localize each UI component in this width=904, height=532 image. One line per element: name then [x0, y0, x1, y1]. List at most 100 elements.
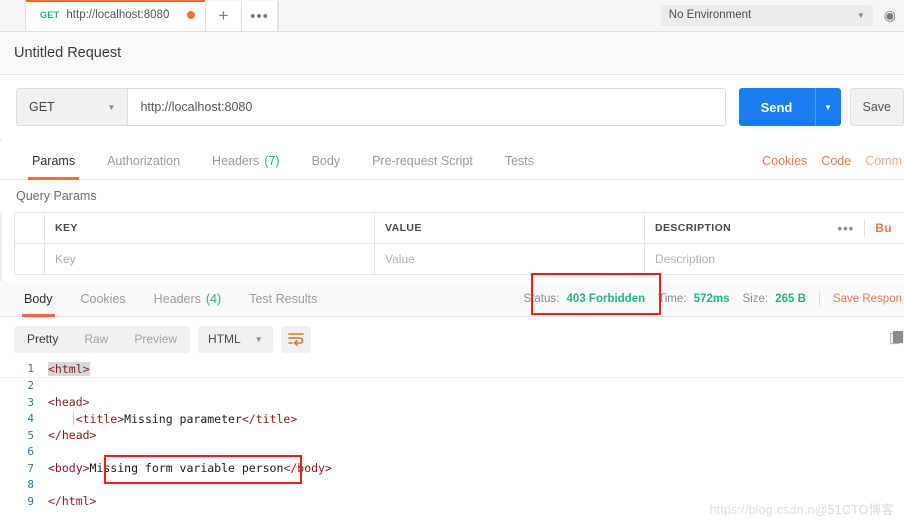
code-line: 6	[0, 444, 904, 461]
view-mode-raw[interactable]: Raw	[71, 326, 121, 353]
environment-select[interactable]: No Environment ▼	[660, 4, 873, 26]
table-header-tools: ••• Bu	[838, 220, 894, 236]
indent-guide	[73, 412, 74, 425]
code-line-text: <title>Missing parameter</title>	[48, 411, 298, 426]
header-description: DESCRIPTION	[655, 222, 732, 234]
response-tab-headers-label: Headers	[153, 291, 201, 306]
response-format-select[interactable]: HTML ▼	[198, 325, 273, 353]
watermark-suffix: @51CTO博客	[814, 503, 894, 517]
sidebar-edge	[0, 0, 26, 31]
save-button[interactable]: Save	[849, 88, 904, 126]
key-input[interactable]: Key	[45, 244, 375, 274]
send-button-group: Send ▼	[738, 88, 841, 126]
tab-authorization[interactable]: Authorization	[91, 142, 196, 179]
response-tab-body-label: Body	[24, 291, 53, 306]
tab-headers[interactable]: Headers (7)	[196, 142, 296, 179]
response-tab-cookies-label: Cookies	[80, 291, 126, 306]
request-tabs: Params Authorization Headers (7) Body Pr…	[0, 142, 904, 180]
tab-authorization-label: Authorization	[107, 153, 181, 168]
line-number: 7	[27, 461, 34, 475]
response-tab-headers[interactable]: Headers (4)	[140, 281, 236, 316]
request-tabs-links: Cookies Code Comm	[762, 142, 904, 179]
tab-body-label: Body	[311, 153, 341, 168]
unsaved-dot-icon	[187, 11, 195, 19]
chevron-down-icon: ▼	[254, 334, 263, 344]
time-badge: Time: 572ms	[658, 293, 729, 305]
response-tab-test-results-label: Test Results	[249, 291, 318, 306]
line-number: 6	[27, 445, 34, 459]
tab-tests-label: Tests	[504, 153, 534, 168]
size-label: Size:	[742, 292, 769, 305]
status-badge: Status: 403 Forbidden	[524, 293, 646, 305]
line-number: 2	[27, 379, 34, 393]
http-method-select[interactable]: GET ▼	[16, 88, 128, 126]
code-line: 7 <body>Missing form variable person</bod…	[0, 460, 904, 477]
line-number: 4	[27, 412, 34, 426]
copy-icon[interactable]	[890, 331, 904, 345]
request-tab-localhost[interactable]: GET http://localhost:8080	[26, 0, 206, 31]
word-wrap-button[interactable]	[280, 325, 311, 353]
code-line: 4 <title>Missing parameter</title>	[0, 411, 904, 428]
response-format-label: HTML	[208, 332, 241, 346]
environment-zone: No Environment ▼ ◉	[646, 0, 904, 31]
tab-params[interactable]: Params	[16, 142, 91, 180]
tab-body[interactable]: Body	[296, 142, 357, 179]
code-link[interactable]: Code	[821, 154, 851, 168]
meta-divider	[818, 290, 820, 307]
value-input[interactable]: Value	[375, 244, 645, 274]
tab-tests[interactable]: Tests	[489, 142, 550, 179]
header-key: KEY	[45, 213, 375, 243]
url-input[interactable]: http://localhost:8080	[127, 88, 726, 126]
tab-strip: GET http://localhost:8080 + ••• No Envir…	[0, 0, 904, 32]
code-line: 3 <head>	[0, 394, 904, 411]
new-tab-button[interactable]: +	[206, 1, 242, 31]
response-tabs: Body Cookies Headers (4) Test Results St…	[0, 281, 904, 317]
code-line: 8	[0, 477, 904, 494]
code-line-text: <html>	[48, 361, 90, 376]
response-tab-test-results[interactable]: Test Results	[235, 281, 331, 316]
line-number: 1	[27, 362, 34, 376]
response-tab-headers-count: (4)	[205, 291, 222, 306]
line-number: 3	[27, 395, 34, 409]
tab-options-button[interactable]: •••	[242, 1, 278, 31]
query-params-table: KEY VALUE DESCRIPTION ••• Bu Key Value D…	[14, 212, 904, 275]
cookies-link[interactable]: Cookies	[762, 154, 807, 168]
code-line: 5 </head>	[0, 427, 904, 444]
comments-link[interactable]: Comm	[865, 154, 902, 168]
tab-params-label: Params	[32, 153, 76, 168]
chevron-down-icon: ▼	[856, 10, 865, 20]
bulk-edit-link[interactable]: Bu	[875, 221, 892, 235]
save-response-link[interactable]: Save Respon	[833, 293, 902, 305]
header-divider	[864, 220, 866, 236]
time-label: Time:	[658, 292, 687, 305]
view-mode-pretty[interactable]: Pretty	[14, 326, 71, 353]
environment-selected-label: No Environment	[668, 9, 752, 21]
description-input[interactable]: Description	[645, 244, 904, 274]
response-tab-body[interactable]: Body	[10, 281, 67, 317]
tab-pre-request-script-label: Pre-request Script	[372, 153, 473, 168]
code-line-text: <head>	[48, 395, 90, 410]
code-line-text: </html>	[48, 494, 97, 509]
send-options-caret-icon[interactable]: ▼	[814, 88, 841, 126]
row-checkbox[interactable]	[15, 244, 45, 274]
size-badge: Size: 265 B	[742, 293, 805, 305]
tab-strip-filler	[278, 0, 647, 31]
tab-pre-request-script[interactable]: Pre-request Script	[356, 142, 489, 179]
environment-quick-look-eye-icon[interactable]: ◉	[882, 7, 896, 24]
code-line-text: <body>Missing form variable person</body…	[48, 461, 332, 476]
table-options-dots-icon[interactable]: •••	[838, 221, 855, 236]
send-button[interactable]: Send	[738, 88, 815, 126]
line-number: 9	[27, 494, 34, 508]
postman-window: GET http://localhost:8080 + ••• No Envir…	[0, 0, 904, 532]
watermark: https://blog.csdn.n@51CTO博客	[709, 499, 894, 518]
tab-method-label: GET	[40, 10, 60, 20]
response-tab-cookies[interactable]: Cookies	[67, 281, 140, 316]
request-name-bar: Untitled Request	[0, 32, 904, 75]
code-line: 2	[0, 378, 904, 395]
code-line-text: </head>	[48, 428, 97, 443]
request-title: Untitled Request	[14, 45, 122, 61]
line-number: 8	[27, 478, 34, 492]
chevron-down-icon: ▼	[107, 102, 116, 112]
view-mode-preview[interactable]: Preview	[121, 326, 190, 353]
table-row[interactable]: Key Value Description	[15, 244, 904, 275]
